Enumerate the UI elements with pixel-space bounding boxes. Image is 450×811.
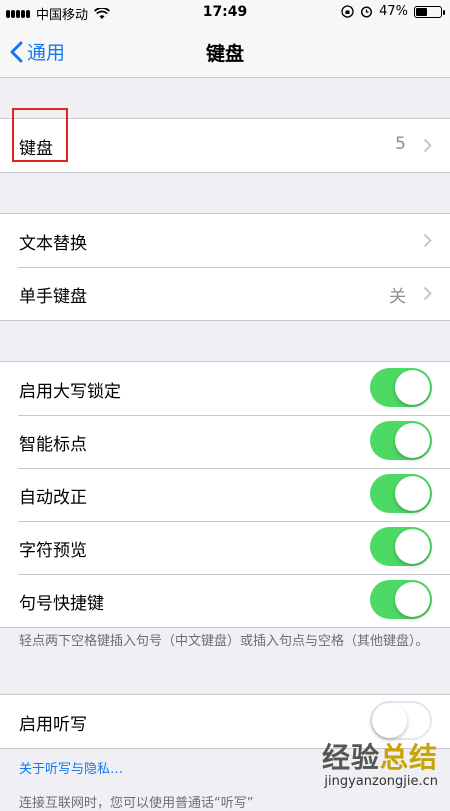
dictation-description: 连接互联网时，您可以使用普通话“听写” xyxy=(19,796,254,811)
lock-rotation-icon xyxy=(341,5,354,18)
one-handed-keyboard-value: 关 xyxy=(389,287,406,307)
one-handed-keyboard-row[interactable]: 单手键盘 关 xyxy=(0,267,450,320)
smart-punctuation-row: 智能标点 xyxy=(0,415,450,468)
period-shortcut-row: 句号快捷键 xyxy=(0,574,450,627)
character-preview-label: 字符预览 xyxy=(19,541,87,561)
smart-punctuation-toggle[interactable] xyxy=(370,421,432,460)
chevron-right-icon xyxy=(423,233,432,248)
auto-correction-toggle[interactable] xyxy=(370,474,432,513)
caps-lock-row: 启用大写锁定 xyxy=(0,362,450,415)
text-replacement-label: 文本替换 xyxy=(19,234,87,254)
chevron-right-icon xyxy=(423,138,432,153)
period-shortcut-label: 句号快捷键 xyxy=(19,594,104,614)
status-right: 47% xyxy=(341,4,445,19)
auto-correction-label: 自动改正 xyxy=(19,488,87,508)
dictation-toggle[interactable] xyxy=(370,701,432,740)
alarm-icon xyxy=(361,6,373,18)
period-shortcut-toggle[interactable] xyxy=(370,580,432,619)
page-title: 键盘 xyxy=(205,43,244,65)
text-replacement-row[interactable]: 文本替换 xyxy=(0,214,450,267)
battery-percent: 47% xyxy=(379,4,408,19)
smart-punctuation-label: 智能标点 xyxy=(19,435,87,455)
highlight-box xyxy=(12,108,68,162)
toggles-group: 启用大写锁定 智能标点 自动改正 字符预览 句号快捷键 xyxy=(0,361,450,628)
character-preview-row: 字符预览 xyxy=(0,521,450,574)
dictation-privacy-link[interactable]: 关于听写与隐私… xyxy=(19,758,123,777)
status-bar: 中国移动 17:49 47% xyxy=(0,0,450,26)
one-handed-keyboard-label: 单手键盘 xyxy=(19,287,87,307)
battery-fill xyxy=(416,7,428,16)
text-group: 文本替换 单手键盘 关 xyxy=(0,213,450,321)
auto-correction-row: 自动改正 xyxy=(0,468,450,521)
character-preview-toggle[interactable] xyxy=(370,527,432,566)
chevron-right-icon xyxy=(423,286,432,301)
watermark-url: jingyanzongjie.cn xyxy=(324,774,438,789)
watermark-title: 经验总结 xyxy=(321,741,438,774)
watermark-logo: 经验总结 jingyanzongjie.cn xyxy=(322,736,438,789)
navigation-bar: 通用 键盘 xyxy=(0,26,450,78)
period-shortcut-footnote: 轻点两下空格键插入句号（中文键盘）或插入句点与空格（其他键盘）。 xyxy=(19,634,429,649)
caps-lock-label: 启用大写锁定 xyxy=(19,382,121,402)
dictation-label: 启用听写 xyxy=(19,715,87,735)
keyboards-count: 5 xyxy=(395,134,406,154)
caps-lock-toggle[interactable] xyxy=(370,368,432,407)
battery-icon xyxy=(414,5,445,18)
